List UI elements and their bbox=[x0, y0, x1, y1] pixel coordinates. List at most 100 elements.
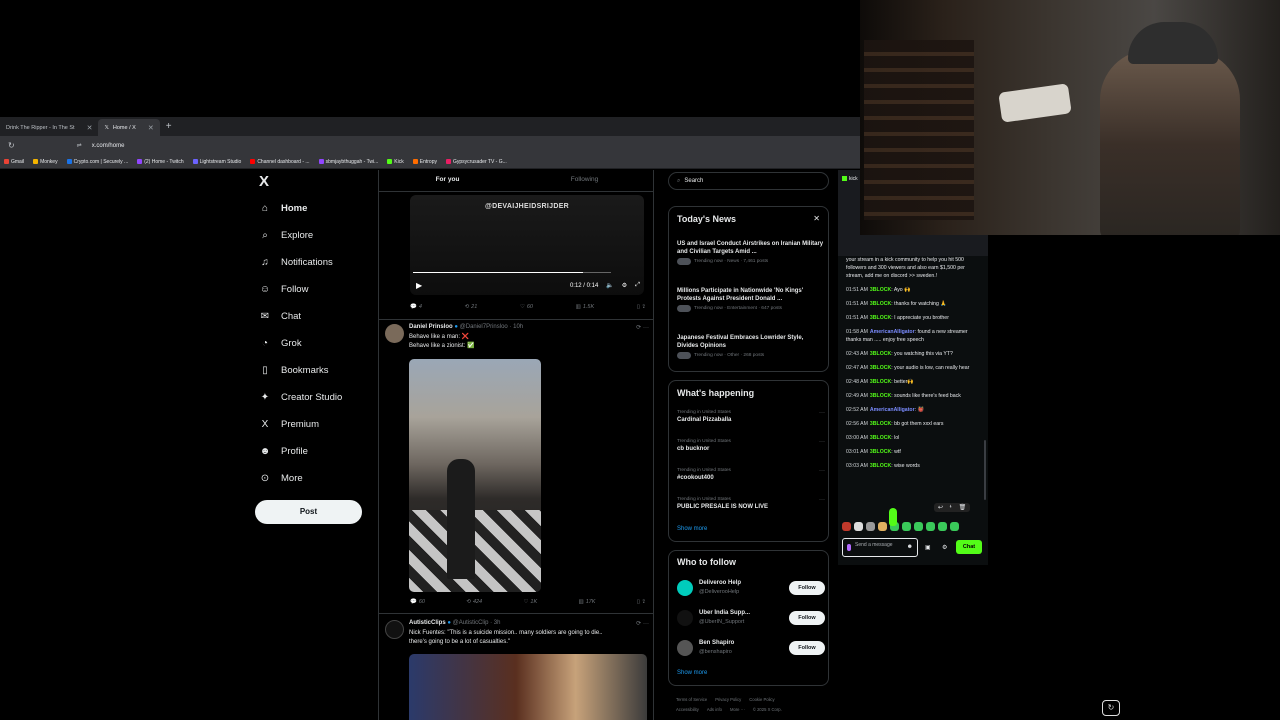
nav-item-bookmarks[interactable]: ▯ Bookmarks bbox=[259, 362, 328, 378]
emote-icon[interactable] bbox=[842, 522, 851, 531]
nav-item-profile[interactable]: ☻ Profile bbox=[259, 443, 308, 459]
message-username[interactable]: 3BLOCK bbox=[870, 435, 891, 441]
news-item[interactable]: US and Israel Conduct Airstrikes on Iran… bbox=[677, 240, 825, 265]
bookmark-share-icons[interactable]: ▯ ⇪ bbox=[637, 599, 646, 605]
chat-message[interactable]: 02:48 AM 3BLOCK: better🙌 bbox=[846, 378, 982, 386]
close-tab-icon[interactable]: ✕ bbox=[148, 124, 154, 132]
message-username[interactable]: 3BLOCK bbox=[870, 449, 891, 455]
chat-message[interactable]: 03:03 AM 3BLOCK: wise words bbox=[846, 462, 982, 470]
message-username[interactable]: 3BLOCK bbox=[870, 301, 891, 307]
site-info-icon[interactable]: ⇌ bbox=[77, 142, 82, 149]
nav-item-chat[interactable]: ✉ Chat bbox=[259, 308, 301, 324]
more-icon[interactable]: ⟳ ··· bbox=[636, 324, 649, 331]
repost-button[interactable]: ⟲ 21 bbox=[465, 304, 478, 310]
x-logo-icon[interactable]: X bbox=[259, 173, 269, 190]
follow-suggestion[interactable]: Deliveroo Help @DeliverooHelp Follow bbox=[677, 578, 825, 598]
nav-item-creator-studio[interactable]: ✦ Creator Studio bbox=[259, 389, 342, 405]
video-progress-bar[interactable] bbox=[413, 271, 611, 273]
chat-message[interactable]: 03:00 AM 3BLOCK: lol bbox=[846, 434, 982, 442]
delete-icon[interactable]: 🗑 bbox=[959, 504, 967, 511]
rotate-icon[interactable]: ↻ bbox=[1102, 700, 1120, 716]
trend-item[interactable]: Trending in United States #cookout400 ··· bbox=[677, 468, 825, 481]
settings-icon[interactable]: ⚙ bbox=[942, 544, 947, 551]
trend-item[interactable]: Trending in United States Cardinal Pizzab… bbox=[677, 410, 825, 423]
bookmark-item[interactable]: Lightstream Studio bbox=[192, 159, 241, 165]
like-button[interactable]: ♡ 1K bbox=[523, 599, 537, 605]
chat-message[interactable]: 02:56 AM 3BLOCK: bb got them xxxl ears bbox=[846, 420, 982, 428]
emote-icon[interactable] bbox=[902, 522, 911, 531]
avatar[interactable] bbox=[385, 324, 404, 343]
nav-item-grok[interactable]: ◔ Grok bbox=[259, 335, 302, 351]
message-username[interactable]: 3BLOCK bbox=[870, 393, 891, 399]
post-video-thumbnail[interactable] bbox=[409, 654, 647, 720]
more-icon[interactable]: ⟳ ··· bbox=[636, 620, 649, 627]
message-username[interactable]: 3BLOCK bbox=[870, 421, 891, 427]
emoji-icon[interactable]: ☻ bbox=[907, 544, 913, 550]
gift-icon[interactable]: ▣ bbox=[925, 544, 931, 551]
like-button[interactable]: ♡ 60 bbox=[520, 304, 533, 310]
nav-item-notifications[interactable]: ♫ Notifications bbox=[259, 254, 333, 270]
footer-link[interactable]: Terms of Service bbox=[676, 697, 707, 702]
bookmark-item[interactable]: Crypto.com | Securely ... bbox=[66, 159, 128, 165]
avatar[interactable] bbox=[677, 610, 693, 626]
repost-button[interactable]: ⟲ 424 bbox=[466, 599, 482, 605]
reply-icon[interactable]: ↩ bbox=[938, 504, 943, 511]
message-username[interactable]: 3BLOCK bbox=[870, 379, 891, 385]
tab-for-you[interactable]: For you bbox=[379, 170, 516, 191]
browser-tab-active[interactable]: 𝕏 Home / X ✕ bbox=[98, 119, 160, 136]
footer-link[interactable]: Privacy Policy bbox=[715, 697, 741, 702]
chat-message[interactable]: 01:58 AM AmericanAlligator: found a new s… bbox=[846, 328, 982, 344]
video-player[interactable]: @DEVAIJHEIDSRIJDER ▶ 0:12 / 0:14 🔈 ⚙ ⤢ bbox=[410, 195, 644, 295]
emote-icon[interactable] bbox=[914, 522, 923, 531]
bookmark-item[interactable]: Gypsycrusader TV - G... bbox=[445, 159, 507, 165]
chat-message[interactable]: 02:52 AM AmericanAlligator: 👹 bbox=[846, 406, 982, 414]
emote-icon[interactable] bbox=[938, 522, 947, 531]
avatar[interactable] bbox=[677, 640, 693, 656]
nav-item-follow[interactable]: ☺ Follow bbox=[259, 281, 309, 297]
message-username[interactable]: 3BLOCK bbox=[870, 315, 891, 321]
bookmark-item[interactable]: Gmail bbox=[4, 159, 24, 165]
follow-suggestion[interactable]: Uber India Supp... @UberIN_Support Follow bbox=[677, 608, 825, 628]
trend-item[interactable]: Trending in United States PUBLIC PRESALE … bbox=[677, 497, 825, 510]
more-icon[interactable]: ··· bbox=[819, 468, 825, 474]
post-button[interactable]: Post bbox=[255, 500, 362, 524]
follow-suggestion[interactable]: Ben Shapiro @benshapiro Follow bbox=[677, 638, 825, 658]
chat-message[interactable]: 01:51 AM 3BLOCK: I appreciate you brother bbox=[846, 314, 982, 322]
url-field[interactable]: x.com/home bbox=[92, 143, 125, 149]
views-button[interactable]: ▥ 17K bbox=[578, 599, 595, 605]
follow-button[interactable]: Follow bbox=[789, 581, 825, 595]
bookmark-item[interactable]: Entropy bbox=[412, 159, 437, 165]
footer-link[interactable]: © 2025 X Corp. bbox=[753, 707, 782, 712]
footer-link[interactable]: Cookie Policy bbox=[749, 697, 774, 702]
chat-message[interactable]: your stream in a kick community to help … bbox=[846, 256, 982, 280]
show-more-link[interactable]: Show more bbox=[677, 526, 707, 532]
views-button[interactable]: ▥ 1.5K bbox=[576, 304, 595, 310]
footer-link[interactable]: Accessibility bbox=[676, 707, 699, 712]
close-tab-icon[interactable]: ✕ bbox=[87, 124, 93, 132]
show-more-link[interactable]: Show more bbox=[677, 670, 707, 676]
settings-icon[interactable]: ⚙ bbox=[622, 282, 627, 289]
fullscreen-icon[interactable]: ⤢ bbox=[635, 282, 640, 289]
emote-icon[interactable] bbox=[926, 522, 935, 531]
bookmark-share-icons[interactable]: ▯ ⇪ bbox=[637, 304, 646, 310]
search-input[interactable]: ⌕ Search bbox=[668, 172, 829, 190]
reply-button[interactable]: 💬 4 bbox=[410, 304, 422, 310]
more-icon[interactable]: ··· bbox=[819, 497, 825, 503]
chat-message[interactable]: 02:47 AM 3BLOCK: your audio is low, can r… bbox=[846, 364, 982, 372]
avatar[interactable] bbox=[385, 620, 404, 639]
chat-message[interactable]: 03:01 AM 3BLOCK: wtf bbox=[846, 448, 982, 456]
news-item[interactable]: Japanese Festival Embraces Lowrider Styl… bbox=[677, 334, 825, 359]
more-icon[interactable]: ··· bbox=[819, 410, 825, 416]
more-icon[interactable]: ··· bbox=[819, 439, 825, 445]
browser-tab[interactable]: Drink The Ripper - In The St ✕ bbox=[0, 119, 98, 136]
chat-message[interactable]: 01:51 AM 3BLOCK: thanks for watching 🙏 bbox=[846, 300, 982, 308]
message-username[interactable]: AmericanAlligator bbox=[870, 329, 915, 335]
reply-button[interactable]: 💬 60 bbox=[410, 599, 425, 605]
emote-icon[interactable] bbox=[866, 522, 875, 531]
post-image[interactable] bbox=[409, 359, 541, 592]
bookmark-item[interactable]: Channel dashboard - ... bbox=[250, 159, 310, 165]
emote-icon[interactable] bbox=[854, 522, 863, 531]
bookmark-item[interactable]: Monkey bbox=[33, 159, 58, 165]
footer-link[interactable]: Ads info bbox=[707, 707, 722, 712]
footer-link[interactable]: More ··· bbox=[730, 707, 745, 712]
